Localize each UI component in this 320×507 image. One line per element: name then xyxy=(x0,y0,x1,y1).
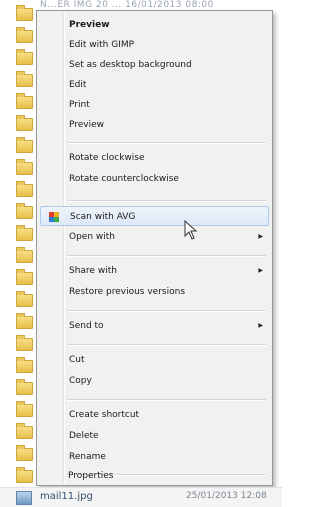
menu-item-label: Share with xyxy=(69,266,117,276)
mouse-cursor-icon xyxy=(184,220,198,240)
menu-item-label: Scan with AVG xyxy=(70,212,136,222)
menu-item-rename[interactable]: Rename xyxy=(40,447,269,467)
folder-icon[interactable] xyxy=(16,115,33,131)
menu-item-cut[interactable]: Cut xyxy=(40,350,269,370)
menu-item-label: Edit with GIMP xyxy=(69,40,135,50)
menu-item-create-shortcut[interactable]: Create shortcut xyxy=(40,405,269,425)
avg-icon xyxy=(49,212,59,222)
menu-item-label: Set as desktop background xyxy=(69,60,192,70)
menu-item-label: Open with xyxy=(69,232,115,242)
folder-icon[interactable] xyxy=(16,137,33,153)
menu-item-label: Cut xyxy=(69,355,85,365)
submenu-arrow-icon: ▶ xyxy=(258,322,263,329)
folder-icon[interactable] xyxy=(16,203,33,219)
menu-separator xyxy=(67,344,266,346)
file-list-column xyxy=(0,0,40,506)
folder-icon[interactable] xyxy=(16,423,33,439)
folder-icon[interactable] xyxy=(16,5,33,21)
file-name: mail11.jpg xyxy=(40,491,93,502)
menu-item-label: Preview xyxy=(69,120,105,130)
submenu-arrow-icon: ▶ xyxy=(258,233,263,240)
image-file-icon xyxy=(16,491,32,505)
menu-item-label: Send to xyxy=(69,321,104,331)
menu-item-share-with[interactable]: Share with ▶ xyxy=(40,261,269,281)
menu-item-set-desktop-background[interactable]: Set as desktop background xyxy=(40,55,269,75)
menu-item-edit-with-gimp[interactable]: Edit with GIMP xyxy=(40,35,269,55)
folder-icon[interactable] xyxy=(16,313,33,329)
menu-item-label: Properties xyxy=(68,471,114,481)
menu-separator xyxy=(67,255,266,257)
menu-item-label: Print xyxy=(69,100,90,110)
file-row[interactable]: mail11.jpg 25/01/2013 12:08 xyxy=(0,487,282,507)
menu-item-label: Rename xyxy=(69,452,106,462)
menu-item-rotate-clockwise[interactable]: Rotate clockwise xyxy=(40,148,269,168)
menu-item-delete[interactable]: Delete xyxy=(40,426,269,446)
folder-icon[interactable] xyxy=(16,269,33,285)
menu-item-label: Copy xyxy=(69,376,92,386)
menu-separator xyxy=(67,399,266,401)
menu-item-send-to[interactable]: Send to ▶ xyxy=(40,316,269,336)
menu-separator xyxy=(67,142,266,144)
menu-item-properties[interactable]: Properties xyxy=(39,466,268,486)
folder-icon[interactable] xyxy=(16,71,33,87)
menu-item-restore-previous-versions[interactable]: Restore previous versions xyxy=(40,282,269,302)
folder-icon[interactable] xyxy=(16,27,33,43)
folder-icon[interactable] xyxy=(16,49,33,65)
folder-icon[interactable] xyxy=(16,467,33,483)
file-date: 25/01/2013 12:08 xyxy=(186,491,267,501)
menu-item-label: Preview xyxy=(69,20,110,30)
folder-icon[interactable] xyxy=(16,181,33,197)
folder-icon[interactable] xyxy=(16,445,33,461)
folder-icon[interactable] xyxy=(16,335,33,351)
folder-icon[interactable] xyxy=(16,93,33,109)
context-menu: Preview Edit with GIMP Set as desktop ba… xyxy=(36,10,273,486)
folder-icon[interactable] xyxy=(16,401,33,417)
submenu-arrow-icon: ▶ xyxy=(258,267,263,274)
menu-item-label: Delete xyxy=(69,431,99,441)
menu-item-label: Create shortcut xyxy=(69,410,140,420)
folder-icon[interactable] xyxy=(16,247,33,263)
top-file-row[interactable]: N...ER IMG 20 ... 16/01/2013 08:00 xyxy=(40,0,214,10)
folder-icon[interactable] xyxy=(16,159,33,175)
menu-item-preview-default[interactable]: Preview xyxy=(40,15,269,35)
menu-item-rotate-counterclockwise[interactable]: Rotate counterclockwise xyxy=(40,169,269,189)
menu-item-copy[interactable]: Copy xyxy=(40,371,269,391)
menu-item-preview[interactable]: Preview xyxy=(40,115,269,135)
menu-item-open-with[interactable]: Open with ▶ xyxy=(40,227,269,247)
folder-icon[interactable] xyxy=(16,291,33,307)
menu-separator xyxy=(67,310,266,312)
menu-item-label: Rotate clockwise xyxy=(69,153,145,163)
menu-item-label: Edit xyxy=(69,80,87,90)
menu-item-label: Restore previous versions xyxy=(69,287,186,297)
folder-icon[interactable] xyxy=(16,379,33,395)
menu-item-print[interactable]: Print xyxy=(40,95,269,115)
folder-icon[interactable] xyxy=(16,357,33,373)
folder-icon[interactable] xyxy=(16,225,33,241)
menu-item-scan-with-avg[interactable]: Scan with AVG xyxy=(40,206,269,226)
menu-item-label: Rotate counterclockwise xyxy=(69,174,179,184)
menu-separator xyxy=(67,200,266,202)
menu-item-edit[interactable]: Edit xyxy=(40,75,269,95)
